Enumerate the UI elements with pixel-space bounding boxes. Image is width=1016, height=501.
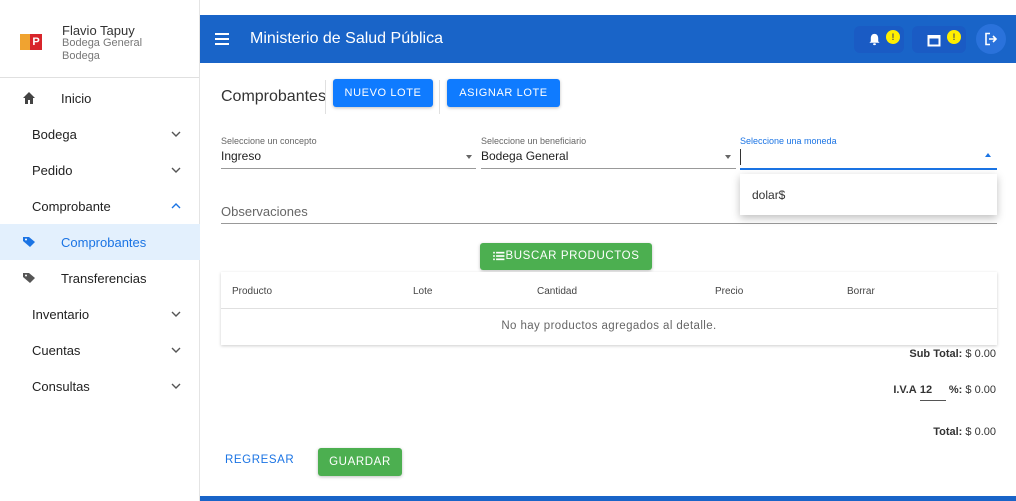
subtotal-value: $ 0.00 <box>965 348 996 360</box>
tag-icon <box>23 237 35 247</box>
sidebar-item-comprobante[interactable]: Comprobante <box>0 188 200 224</box>
top-app-bar: Ministerio de Salud Pública ! ! <box>200 15 1016 63</box>
caret-down-icon <box>466 155 472 159</box>
chevron-down-icon <box>171 167 181 173</box>
subtotal: Sub Total: $ 0.00 <box>909 348 996 360</box>
observations-field[interactable]: Observaciones <box>221 204 308 219</box>
calendar-icon <box>927 35 941 47</box>
sidebar-item-label: Comprobante <box>32 198 111 214</box>
sidebar-item-cuentas[interactable]: Cuentas <box>0 332 200 368</box>
currency-option-dolar[interactable]: dolar$ <box>752 188 785 202</box>
notifications-button[interactable]: ! <box>854 26 904 53</box>
total-value: $ 0.00 <box>965 426 996 438</box>
products-table: Producto Lote Cantidad Precio Borrar No … <box>221 272 997 345</box>
sidebar-item-label: Transferencias <box>61 270 147 286</box>
sidebar-item-label: Pedido <box>32 162 73 178</box>
sidebar-item-label: Comprobantes <box>61 234 147 250</box>
column-header: Lote <box>413 286 433 297</box>
assign-lot-button[interactable]: ASIGNAR LOTE <box>447 79 560 107</box>
chevron-down-icon <box>171 311 181 317</box>
bell-icon <box>869 33 880 46</box>
iva-rate-input[interactable]: 12 <box>919 384 946 401</box>
divider <box>439 80 440 114</box>
subtotal-label: Sub Total: <box>909 348 963 360</box>
beneficiary-select[interactable]: Bodega General <box>481 149 568 163</box>
empty-table-message: No hay productos agregados al detalle. <box>501 320 717 332</box>
calendar-badge: ! <box>947 30 961 44</box>
logout-button[interactable] <box>976 24 1006 54</box>
page-title: Comprobantes <box>221 88 326 105</box>
save-button[interactable]: GUARDAR <box>318 448 402 476</box>
logout-icon <box>985 32 998 46</box>
sidebar-item-inventario[interactable]: Inventario <box>0 296 200 332</box>
sidebar-item-label: Consultas <box>32 378 90 394</box>
sidebar-item-inicio[interactable]: Inicio <box>0 80 200 116</box>
concept-select[interactable]: Ingreso <box>221 149 261 163</box>
calendar-button[interactable]: ! <box>912 26 966 53</box>
chevron-up-icon <box>171 203 181 209</box>
sidebar: P Flavio Tapuy Bodega General Bodega Ini… <box>0 0 200 501</box>
iva-label: I.V.A <box>893 384 917 396</box>
back-button[interactable]: REGRESAR <box>225 454 294 466</box>
caret-up-icon <box>985 153 991 157</box>
column-header: Producto <box>232 286 273 297</box>
sidebar-item-comprobantes[interactable]: Comprobantes <box>0 224 200 260</box>
chevron-down-icon <box>171 347 181 353</box>
sidebar-item-consultas[interactable]: Consultas <box>0 368 200 404</box>
sidebar-item-label: Inicio <box>61 90 92 106</box>
currency-select[interactable] <box>740 149 980 165</box>
tag-icon <box>23 273 35 283</box>
chevron-down-icon <box>171 383 181 389</box>
new-lot-button[interactable]: NUEVO LOTE <box>333 79 433 107</box>
caret-down-icon <box>725 155 731 159</box>
search-products-button[interactable]: BUSCAR PRODUCTOS <box>480 243 652 270</box>
home-icon <box>23 92 35 104</box>
user-profile: P Flavio Tapuy Bodega General Bodega <box>0 0 199 78</box>
profile-role: Bodega General <box>62 37 143 49</box>
sidebar-item-label: Cuentas <box>32 342 81 358</box>
beneficiary-label: Seleccione un beneficiario <box>481 136 587 146</box>
notification-badge: ! <box>886 30 900 44</box>
search-products-label: BUSCAR PRODUCTOS <box>505 250 640 262</box>
concept-label: Seleccione un concepto <box>221 136 317 146</box>
currency-dropdown-menu: dolar$ <box>740 174 997 215</box>
app-logo: P <box>20 34 42 50</box>
iva-suffix: %: <box>948 384 963 396</box>
footer-bar <box>200 496 1016 501</box>
app-title: Ministerio de Salud Pública <box>250 30 443 47</box>
sidebar-item-transferencias[interactable]: Transferencias <box>0 260 200 296</box>
column-header: Borrar <box>847 286 875 297</box>
total-label: Total: <box>933 426 963 438</box>
sidebar-item-pedido[interactable]: Pedido <box>0 152 200 188</box>
sidebar-item-bodega[interactable]: Bodega <box>0 116 200 152</box>
column-header: Precio <box>715 286 744 297</box>
total: Total: $ 0.00 <box>933 426 996 438</box>
sidebar-item-label: Inventario <box>32 306 90 322</box>
iva-value: $ 0.00 <box>965 384 996 396</box>
profile-location: Bodega <box>62 50 100 62</box>
iva-row: I.V.A 12 %: $ 0.00 <box>893 384 996 401</box>
profile-name: Flavio Tapuy <box>62 23 135 38</box>
column-header: Cantidad <box>537 286 578 297</box>
list-icon <box>492 251 504 261</box>
currency-label: Seleccione una moneda <box>740 136 837 146</box>
chevron-down-icon <box>171 131 181 137</box>
sidebar-item-label: Bodega <box>32 126 77 142</box>
menu-icon[interactable] <box>215 33 229 45</box>
divider <box>325 80 326 114</box>
sidebar-nav: Inicio Bodega Pedido Comprobante Comprob… <box>0 80 200 404</box>
